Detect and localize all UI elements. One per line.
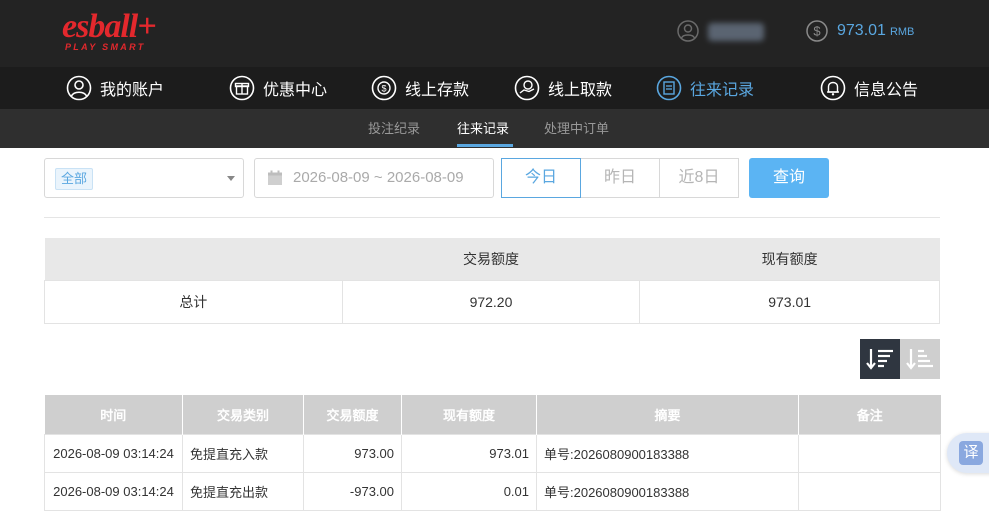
subtab-bet-records[interactable]: 投注纪录 — [368, 109, 420, 148]
cell-remark — [798, 471, 941, 511]
cell-type: 免提直充出款 — [182, 471, 304, 511]
nav-label: 线上取款 — [548, 82, 613, 99]
column-header-summary: 摘要 — [536, 395, 799, 434]
top-header: esball+ PLAY SMART $ 973.01 RMB — [0, 0, 989, 67]
summary-header-row: 交易额度 现有额度 — [44, 238, 940, 280]
summary-table: 交易额度 现有额度 总计 972.20 973.01 — [44, 238, 940, 324]
dollar-coin-icon: $ — [806, 20, 828, 42]
query-button[interactable]: 查询 — [749, 158, 829, 198]
table-row: 2026-08-09 03:14:24 免提直充出款 -973.00 0.01 … — [44, 471, 941, 511]
column-header-amount: 交易额度 — [303, 395, 402, 434]
nav-records[interactable]: 往来记录 — [656, 67, 754, 109]
sort-descending-icon — [866, 349, 893, 370]
svg-text:$: $ — [813, 24, 821, 39]
records-icon — [656, 75, 682, 101]
bell-icon — [820, 75, 846, 101]
column-header-time: 时间 — [44, 395, 183, 434]
records-header-row: 时间 交易类别 交易额度 现有额度 摘要 备注 — [44, 395, 941, 434]
sort-ascending-icon — [906, 349, 933, 370]
translate-icon: 译 — [959, 441, 983, 465]
summary-total-row: 总计 972.20 973.01 — [44, 279, 940, 324]
translate-float-button[interactable]: 译 — [947, 433, 989, 473]
column-header-remark: 备注 — [798, 395, 941, 434]
sort-descending-button[interactable] — [860, 339, 900, 379]
cell-balance: 973.01 — [401, 433, 537, 473]
active-tab-underline — [457, 144, 513, 147]
cell-amount: -973.00 — [303, 471, 402, 511]
cell-balance: 0.01 — [401, 471, 537, 511]
account-balance: 973.01 RMB — [837, 20, 914, 43]
cell-remark — [798, 433, 941, 473]
nav-label: 往来记录 — [690, 82, 755, 99]
filter-divider — [44, 217, 940, 218]
gift-icon — [229, 75, 255, 101]
cell-time: 2026-08-09 03:14:24 — [44, 471, 183, 511]
user-avatar-icon[interactable] — [677, 20, 699, 42]
nav-label: 优惠中心 — [263, 82, 328, 99]
logo-tagline: PLAY SMART — [65, 42, 146, 52]
date-range-value: 2026-08-09 ~ 2026-08-09 — [293, 169, 464, 186]
balance-currency: RMB — [889, 26, 915, 38]
cell-time: 2026-08-09 03:14:24 — [44, 433, 183, 473]
balance-amount: 973.01 — [837, 22, 886, 39]
esball-logo[interactable]: esball+ PLAY SMART — [62, 8, 172, 56]
records-table: 时间 交易类别 交易额度 现有额度 摘要 备注 2026-08-09 03:14… — [44, 395, 941, 511]
cell-summary: 单号:2026080900183388 — [536, 471, 799, 511]
summary-header: 交易额度 — [342, 238, 640, 280]
logo-wordmark: esball+ — [62, 8, 157, 45]
nav-deposit[interactable]: $ 线上存款 — [371, 67, 469, 109]
user-circle-icon — [66, 75, 92, 101]
nav-promotions[interactable]: 优惠中心 — [229, 67, 327, 109]
nav-my-account[interactable]: 我的账户 — [66, 67, 164, 109]
range-last8days-button[interactable]: 近8日 — [659, 158, 739, 198]
calendar-icon — [268, 170, 282, 185]
nav-label: 线上存款 — [405, 82, 470, 99]
nav-label: 信息公告 — [854, 82, 919, 99]
table-row: 2026-08-09 03:14:24 免提直充入款 973.00 973.01… — [44, 433, 941, 473]
range-today-button[interactable]: 今日 — [501, 158, 581, 198]
cell-amount: 973.00 — [303, 433, 402, 473]
cell-summary: 单号:2026080900183388 — [536, 433, 799, 473]
summary-cell: 973.01 — [639, 279, 940, 324]
column-header-type: 交易类别 — [182, 395, 304, 434]
main-nav: 我的账户 优惠中心 $ 线上存款 线上取款 往来记录 信息公告 — [0, 67, 989, 109]
withdraw-icon — [514, 75, 540, 101]
nav-label: 我的账户 — [100, 82, 165, 99]
summary-cell: 972.20 — [341, 279, 641, 324]
deposit-icon: $ — [371, 75, 397, 101]
username-blurred — [708, 23, 764, 41]
nav-withdraw[interactable]: 线上取款 — [514, 67, 612, 109]
nav-announcements[interactable]: 信息公告 — [820, 67, 918, 109]
subtab-transaction-records[interactable]: 往来记录 — [457, 109, 509, 148]
summary-header — [44, 238, 343, 280]
summary-header: 现有额度 — [639, 238, 940, 280]
caret-down-icon[interactable] — [227, 176, 235, 181]
svg-text:$: $ — [381, 84, 386, 94]
summary-cell: 总计 — [44, 279, 343, 324]
date-range-picker[interactable]: 2026-08-09 ~ 2026-08-09 — [254, 158, 494, 198]
cell-type: 免提直充入款 — [182, 433, 304, 473]
range-yesterday-button[interactable]: 昨日 — [580, 158, 660, 198]
selected-type-tag[interactable]: 全部 — [55, 168, 94, 190]
transaction-type-select[interactable]: 全部 — [44, 158, 244, 198]
subtab-pending-orders[interactable]: 处理中订单 — [544, 109, 609, 148]
sub-nav: 投注纪录 往来记录 处理中订单 — [0, 109, 989, 148]
column-header-balance: 现有额度 — [401, 395, 537, 434]
sort-ascending-button[interactable] — [900, 339, 940, 379]
